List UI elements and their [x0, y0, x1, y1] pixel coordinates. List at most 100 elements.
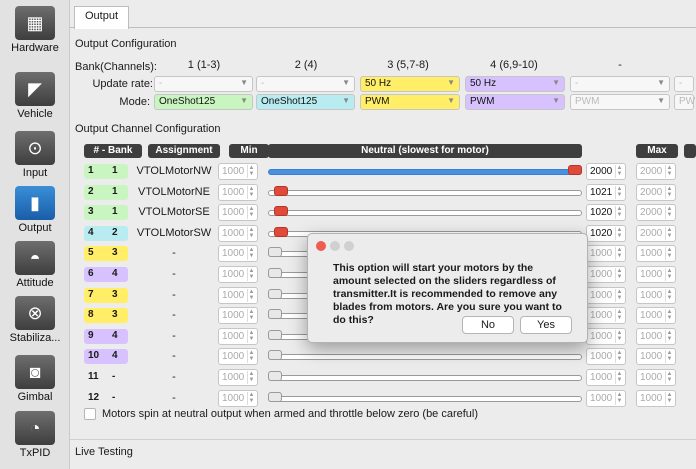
stepper-arrows-icon[interactable]: ▲ ▼ [247, 268, 255, 281]
stepper-arrows-icon[interactable]: ▲ ▼ [665, 268, 673, 281]
stepper-arrows-icon[interactable]: ▲ ▼ [247, 185, 255, 199]
sidebar-item-input[interactable]: ⊙ Input [0, 131, 70, 179]
min-spinbox[interactable]: 1000 ▲ ▼ [218, 369, 258, 386]
slider-handle[interactable] [268, 329, 282, 340]
stepper-arrows-icon[interactable]: ▲ ▼ [615, 309, 623, 323]
max-spinbox[interactable]: 1000 ▲ ▼ [636, 307, 676, 325]
min-spinbox[interactable]: 1000 ▲ ▼ [218, 307, 258, 325]
neutral-spinbox[interactable]: 1020 ▲ ▼ [586, 204, 626, 222]
stepper-arrows-icon[interactable]: ▲ ▼ [615, 371, 623, 384]
sidebar-item-txpid[interactable]: ◔ TxPID [0, 411, 70, 459]
stepper-arrows-icon[interactable]: ▲ ▼ [247, 165, 255, 178]
neutral-slider[interactable] [268, 354, 582, 361]
stepper-arrows-icon[interactable]: ▲ ▼ [665, 350, 673, 364]
stepper-arrows-icon[interactable]: ▲ ▼ [247, 309, 255, 323]
neutral-slider[interactable] [268, 169, 582, 175]
stepper-arrows-icon[interactable]: ▲ ▼ [665, 165, 673, 178]
stepper-arrows-icon[interactable]: ▲ ▼ [665, 288, 673, 302]
stepper-arrows-icon[interactable]: ▲ ▼ [247, 329, 255, 343]
sidebar-item-output[interactable]: ▮ Output [0, 186, 70, 234]
max-spinbox[interactable]: 1000 ▲ ▼ [636, 266, 676, 283]
close-icon[interactable] [316, 241, 326, 251]
stepper-arrows-icon[interactable]: ▲ ▼ [615, 391, 623, 405]
max-spinbox[interactable]: 2000 ▲ ▼ [636, 204, 676, 222]
neutral-slider[interactable] [268, 375, 582, 381]
stepper-arrows-icon[interactable]: ▲ ▼ [247, 247, 255, 261]
max-spinbox[interactable]: 2000 ▲ ▼ [636, 224, 676, 242]
neutral-spinbox[interactable]: 1000 ▲ ▼ [586, 348, 626, 366]
min-spinbox[interactable]: 1000 ▲ ▼ [218, 204, 258, 222]
min-spinbox[interactable]: 1000 ▲ ▼ [218, 224, 258, 242]
min-spinbox[interactable]: 1000 ▲ ▼ [218, 266, 258, 283]
slider-handle[interactable] [274, 185, 289, 196]
stepper-arrows-icon[interactable]: ▲ ▼ [665, 329, 673, 343]
stepper-arrows-icon[interactable]: ▲ ▼ [615, 329, 623, 343]
stepper-arrows-icon[interactable]: ▲ ▼ [665, 185, 673, 199]
stepper-arrows-icon[interactable]: ▲ ▼ [665, 206, 673, 220]
motors-spin-checkbox[interactable] [84, 408, 96, 421]
max-spinbox[interactable]: 2000 ▲ ▼ [636, 183, 676, 201]
slider-handle[interactable] [268, 288, 282, 299]
max-spinbox[interactable]: 2000 ▲ ▼ [636, 163, 676, 180]
slider-handle[interactable] [274, 206, 288, 217]
update-rate-bank-4[interactable]: 50 Hz ▼ [465, 76, 565, 92]
update-rate-bank-1[interactable]: - ▼ [154, 76, 253, 92]
stepper-arrows-icon[interactable]: ▲ ▼ [665, 247, 673, 261]
min-spinbox[interactable]: 1000 ▲ ▼ [218, 327, 258, 345]
min-spinbox[interactable]: 1000 ▲ ▼ [218, 286, 258, 304]
stepper-arrows-icon[interactable]: ▲ ▼ [247, 350, 255, 364]
sidebar-item-hardware[interactable]: ▦ Hardware [0, 6, 70, 54]
stepper-arrows-icon[interactable]: ▲ ▼ [615, 206, 623, 220]
min-spinbox[interactable]: 1000 ▲ ▼ [218, 183, 258, 201]
stepper-arrows-icon[interactable]: ▲ ▼ [615, 247, 623, 261]
min-spinbox[interactable]: 1000 ▲ ▼ [218, 389, 258, 407]
stepper-arrows-icon[interactable]: ▲ ▼ [665, 226, 673, 240]
stepper-arrows-icon[interactable]: ▲ ▼ [615, 185, 623, 199]
sidebar-item-stabilization[interactable]: ⊗ Stabiliza... [0, 296, 70, 344]
neutral-spinbox[interactable]: 1000 ▲ ▼ [586, 266, 626, 283]
mode-bank-6[interactable]: PW [674, 94, 695, 110]
slider-handle[interactable] [568, 165, 582, 175]
no-button[interactable]: No [462, 316, 514, 334]
neutral-slider[interactable] [268, 395, 582, 402]
slider-handle[interactable] [268, 391, 282, 402]
neutral-slider[interactable] [268, 189, 582, 196]
max-spinbox[interactable]: 1000 ▲ ▼ [636, 348, 676, 366]
neutral-spinbox[interactable]: 1000 ▲ ▼ [586, 327, 626, 345]
slider-handle[interactable] [268, 268, 282, 278]
mode-bank-3[interactable]: PWM ▼ [360, 94, 460, 110]
tab-output[interactable]: Output [74, 6, 130, 29]
stepper-arrows-icon[interactable]: ▲ ▼ [247, 371, 255, 384]
neutral-spinbox[interactable]: 2000 ▲ ▼ [586, 163, 626, 180]
slider-handle[interactable] [268, 371, 282, 381]
sidebar-item-vehicle[interactable]: ◤ Vehicle [0, 72, 70, 120]
neutral-spinbox[interactable]: 1000 ▲ ▼ [586, 307, 626, 325]
min-spinbox[interactable]: 1000 ▲ ▼ [218, 245, 258, 263]
min-spinbox[interactable]: 1000 ▲ ▼ [218, 163, 258, 180]
max-spinbox[interactable]: 1000 ▲ ▼ [636, 245, 676, 263]
stepper-arrows-icon[interactable]: ▲ ▼ [665, 309, 673, 323]
neutral-spinbox[interactable]: 1000 ▲ ▼ [586, 286, 626, 304]
slider-handle[interactable] [268, 350, 282, 361]
max-spinbox[interactable]: 1000 ▲ ▼ [636, 389, 676, 407]
update-rate-bank-2[interactable]: - ▼ [256, 76, 355, 92]
mode-bank-1[interactable]: OneShot125 ▼ [154, 94, 253, 110]
neutral-spinbox[interactable]: 1000 ▲ ▼ [586, 369, 626, 386]
sidebar-item-attitude[interactable]: ◓ Attitude [0, 241, 70, 289]
slider-handle[interactable] [274, 226, 288, 237]
min-spinbox[interactable]: 1000 ▲ ▼ [218, 348, 258, 366]
update-rate-bank-5[interactable]: - ▼ [570, 76, 670, 92]
stepper-arrows-icon[interactable]: ▲ ▼ [247, 226, 255, 240]
max-spinbox[interactable]: 1000 ▲ ▼ [636, 327, 676, 345]
stepper-arrows-icon[interactable]: ▲ ▼ [615, 165, 623, 178]
mode-bank-2[interactable]: OneShot125 ▼ [256, 94, 355, 110]
mode-bank-5[interactable]: PWM ▼ [570, 94, 670, 110]
neutral-spinbox[interactable]: 1021 ▲ ▼ [586, 183, 626, 201]
neutral-spinbox[interactable]: 1000 ▲ ▼ [586, 245, 626, 263]
stepper-arrows-icon[interactable]: ▲ ▼ [615, 268, 623, 281]
max-spinbox[interactable]: 1000 ▲ ▼ [636, 369, 676, 386]
slider-handle[interactable] [268, 309, 282, 320]
mode-bank-4[interactable]: PWM ▼ [465, 94, 565, 110]
sidebar-item-gimbal[interactable]: ◙ Gimbal [0, 355, 70, 403]
max-spinbox[interactable]: 1000 ▲ ▼ [636, 286, 676, 304]
